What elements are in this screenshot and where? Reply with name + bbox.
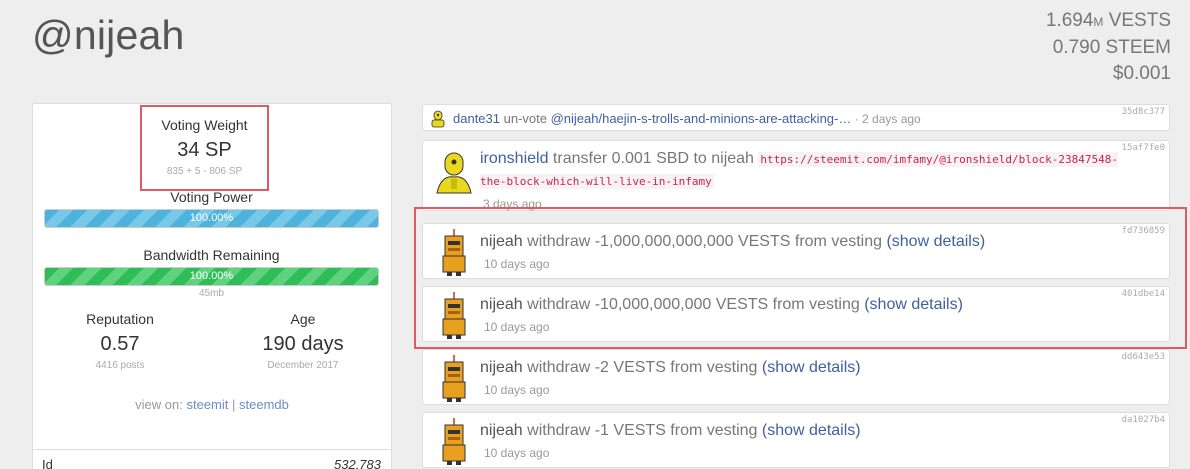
usd-balance: $0.001 [1112,63,1171,84]
op-text: ironshield transfer 0.001 SBD to nijeah … [480,148,1130,192]
actor-link[interactable]: dante31 [453,111,500,126]
voting-weight-value: 34 SP [177,139,232,161]
op-text: nijeah withdraw -1 VESTS from vesting (s… [480,420,861,441]
age-value: 190 days [262,333,344,355]
tx-hash[interactable]: 15af7fe0 [1122,143,1165,153]
vests-unit-m: M [1093,15,1104,29]
list-item: nijeah withdraw -2 VESTS from vesting (s… [422,349,1170,405]
voting-power-bar: 100.00% [44,209,379,228]
op-text: dante31 un-vote @nijeah/haejin-s-trolls-… [453,108,921,130]
age-title: Age [290,311,316,327]
list-item: dante31 un-vote @nijeah/haejin-s-trolls-… [422,104,1170,131]
view-on-label: view on: [135,397,183,412]
actor-name: nijeah [480,359,523,376]
op-action: transfer 0.001 SBD to nijeah [548,150,759,167]
highlight-box [414,207,1187,349]
orange-robot-icon [439,416,469,469]
actor-name: nijeah [480,422,523,439]
balances: 1.694M VESTS 0.790 STEEM $0.001 [1046,8,1171,87]
show-details-link[interactable]: (show details) [762,422,861,439]
target-link[interactable]: @nijeah/haejin-s-trolls-and-minions-are-… [551,111,852,126]
account-details-panel: Id 532,783 [32,449,392,469]
vests-balance: 1.694M VESTS [1046,8,1171,35]
age-sub: December 2017 [267,360,339,371]
list-item: nijeah withdraw -1 VESTS from vesting (s… [422,412,1170,468]
orange-robot-icon [439,353,469,408]
voting-weight-box: Voting Weight 34 SP 835 + 5 - 806 SP [140,105,269,191]
bandwidth-fill: 100.00% [45,268,378,285]
steemit-link[interactable]: steemit [186,397,228,412]
op-action: un-vote [500,111,551,126]
vests-unit: VESTS [1103,10,1171,31]
steem-balance: 0.790 STEEM [1052,37,1171,58]
tx-hash[interactable]: dd643e53 [1122,352,1165,362]
yellow-robot-icon [433,149,475,200]
steemdb-link[interactable]: steemdb [239,397,289,412]
page-title: @nijeah [32,12,185,58]
id-label: Id [42,457,53,469]
op-time: 10 days ago [484,383,550,397]
view-on: view on: steemit | steemdb [32,397,392,412]
voting-weight-title: Voting Weight [161,117,248,133]
bandwidth-sub: 45mb [198,288,224,299]
bandwidth-title: Bandwidth Remaining [143,247,280,263]
vests-value: 1.694 [1045,10,1094,31]
reputation-title: Reputation [86,311,154,327]
yellow-robot-icon [429,109,447,134]
op-text: nijeah withdraw -2 VESTS from vesting (s… [480,357,861,378]
op-time: 10 days ago [484,446,550,460]
show-details-link[interactable]: (show details) [762,359,861,376]
reputation-value: 0.57 [100,333,140,355]
voting-power-title: Voting Power [170,189,253,205]
op-action: withdraw -2 VESTS from vesting [522,359,762,376]
view-on-separator: | [231,397,236,412]
voting-power-fill: 100.00% [45,210,378,227]
actor-link[interactable]: ironshield [480,150,548,167]
voting-weight-sub: 835 + 5 - 806 SP [166,166,243,177]
tx-hash[interactable]: da1027b4 [1122,415,1165,425]
list-item: ironshield transfer 0.001 SBD to nijeah … [422,140,1170,211]
id-value: 532,783 [334,457,381,469]
op-time: · 2 days ago [851,112,921,126]
tx-hash[interactable]: 35d8c377 [1122,107,1165,117]
op-action: withdraw -1 VESTS from vesting [522,422,762,439]
reputation-sub: 4416 posts [95,360,145,371]
bandwidth-bar: 100.00% [44,267,379,286]
